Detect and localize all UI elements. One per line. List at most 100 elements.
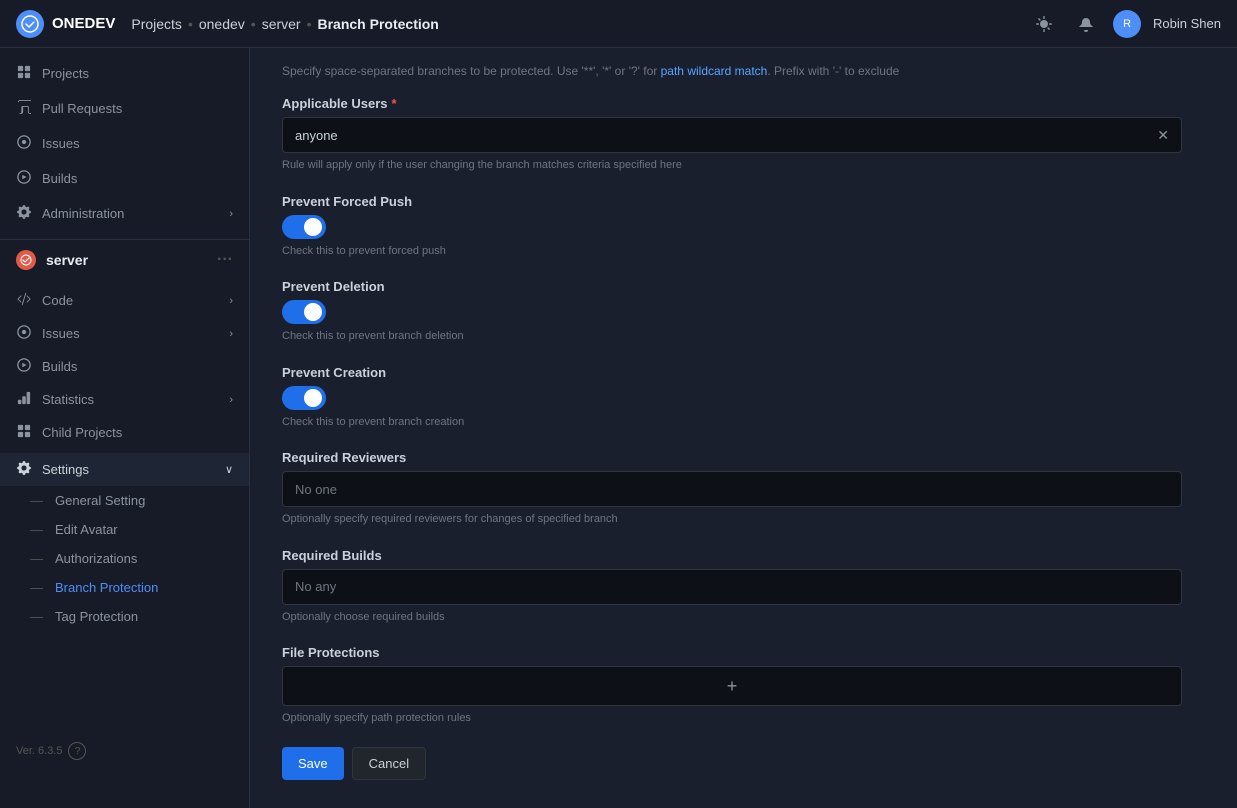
breadcrumb-projects[interactable]: Projects bbox=[131, 16, 182, 32]
child-projects-icon bbox=[16, 424, 32, 441]
statistics-chevron: › bbox=[229, 394, 233, 406]
sidebar: Projects Pull Requests Issues Builds bbox=[0, 48, 250, 808]
settings-edit-avatar-label: Edit Avatar bbox=[55, 522, 118, 537]
prevent-deletion-toggle bbox=[282, 300, 1182, 324]
user-avatar[interactable]: R bbox=[1113, 10, 1141, 38]
user-name[interactable]: Robin Shen bbox=[1153, 16, 1221, 31]
top-nav-actions: R Robin Shen bbox=[1029, 9, 1221, 39]
prevent-creation-hint: Check this to prevent branch creation bbox=[282, 414, 1182, 431]
clear-button[interactable]: ✕ bbox=[1157, 127, 1169, 144]
sidebar-item-statistics[interactable]: Statistics › bbox=[0, 383, 249, 416]
main-layout: Projects Pull Requests Issues Builds bbox=[0, 48, 1237, 808]
settings-subnav: — General Setting — Edit Avatar — Author… bbox=[0, 486, 249, 631]
sidebar-item-builds[interactable]: Builds bbox=[0, 161, 249, 196]
cancel-button[interactable]: Cancel bbox=[352, 747, 426, 780]
sidebar-item-child-projects[interactable]: Child Projects bbox=[0, 416, 249, 449]
settings-tag-protection-label: Tag Protection bbox=[55, 609, 138, 624]
breadcrumb: Projects • onedev • server • Branch Prot… bbox=[131, 16, 1029, 32]
sidebar-item-label: Code bbox=[42, 293, 73, 308]
top-hint-line: Specify space-separated branches to be p… bbox=[282, 62, 1182, 80]
file-protections-table: + bbox=[282, 666, 1182, 706]
file-protections-hint: Optionally specify path protection rules bbox=[282, 710, 1182, 727]
required-reviewers-hint: Optionally specify required reviewers fo… bbox=[282, 511, 1182, 528]
sidebar-item-code[interactable]: Code › bbox=[0, 284, 249, 317]
prevent-forced-push-switch[interactable] bbox=[282, 215, 326, 239]
prevent-deletion-switch[interactable] bbox=[282, 300, 326, 324]
sidebar-item-label: Administration bbox=[42, 206, 124, 221]
prevent-creation-switch[interactable] bbox=[282, 386, 326, 410]
theme-toggle-button[interactable] bbox=[1029, 9, 1059, 39]
settings-label: Settings bbox=[42, 462, 89, 477]
settings-branch-protection-label: Branch Protection bbox=[55, 580, 158, 595]
settings-general-label: General Setting bbox=[55, 493, 145, 508]
file-protections-label: File Protections bbox=[282, 645, 1182, 660]
save-button[interactable]: Save bbox=[282, 747, 344, 780]
applicable-users-hint: Rule will apply only if the user changin… bbox=[282, 157, 1182, 174]
builds-icon bbox=[16, 170, 32, 187]
prevent-deletion-label: Prevent Deletion bbox=[282, 279, 1182, 294]
issues-icon bbox=[16, 135, 32, 152]
content-area: Specify space-separated branches to be p… bbox=[250, 48, 1237, 808]
add-file-protection-button[interactable]: + bbox=[718, 672, 746, 700]
code-icon bbox=[16, 292, 32, 309]
sidebar-item-pull-requests[interactable]: Pull Requests bbox=[0, 91, 249, 126]
sidebar-item-label: Statistics bbox=[42, 392, 94, 407]
settings-general[interactable]: — General Setting bbox=[0, 486, 249, 515]
applicable-users-label: Applicable Users * bbox=[282, 96, 1182, 111]
version-text: Ver. 6.3.5 bbox=[16, 745, 62, 757]
pull-requests-icon bbox=[16, 100, 32, 117]
prevent-forced-push-hint: Check this to prevent forced push bbox=[282, 243, 1182, 260]
form-section: Specify space-separated branches to be p… bbox=[282, 62, 1182, 780]
required-star: * bbox=[392, 96, 397, 111]
settings-edit-avatar[interactable]: — Edit Avatar bbox=[0, 515, 249, 544]
sidebar-item-label: Issues bbox=[42, 326, 80, 341]
issues-chevron: › bbox=[229, 328, 233, 340]
settings-authorizations-label: Authorizations bbox=[55, 551, 137, 566]
help-button[interactable]: ? bbox=[68, 742, 86, 760]
app-name: ONEDEV bbox=[52, 15, 115, 32]
settings-branch-protection[interactable]: — Branch Protection bbox=[0, 573, 249, 602]
required-builds-input[interactable]: No any bbox=[282, 569, 1182, 605]
project-dot bbox=[16, 250, 36, 270]
administration-icon bbox=[16, 205, 32, 222]
project-name: server bbox=[46, 252, 88, 268]
code-chevron: › bbox=[229, 295, 233, 307]
sidebar-item-builds-project[interactable]: Builds bbox=[0, 350, 249, 383]
settings-tag-protection[interactable]: — Tag Protection bbox=[0, 602, 249, 631]
prevent-creation-group: Prevent Creation Check this to prevent b… bbox=[282, 365, 1182, 431]
statistics-icon bbox=[16, 391, 32, 408]
builds-project-icon bbox=[16, 358, 32, 375]
project-more-icon[interactable]: ··· bbox=[217, 251, 233, 269]
sidebar-item-issues-project[interactable]: Issues › bbox=[0, 317, 249, 350]
wildcard-link[interactable]: path wildcard match bbox=[661, 64, 768, 78]
prevent-forced-push-group: Prevent Forced Push Check this to preven… bbox=[282, 194, 1182, 260]
applicable-users-group: Applicable Users * anyone ✕ Rule will ap… bbox=[282, 96, 1182, 174]
sidebar-item-label: Child Projects bbox=[42, 425, 122, 440]
sidebar-item-settings[interactable]: Settings ∨ bbox=[0, 453, 249, 486]
settings-chevron: ∨ bbox=[225, 463, 233, 476]
project-nav: Code › Issues › Builds Statisti bbox=[0, 280, 249, 453]
settings-authorizations[interactable]: — Authorizations bbox=[0, 544, 249, 573]
breadcrumb-onedev[interactable]: onedev bbox=[199, 16, 245, 32]
prevent-creation-label: Prevent Creation bbox=[282, 365, 1182, 380]
notifications-button[interactable] bbox=[1071, 9, 1101, 39]
breadcrumb-server[interactable]: server bbox=[262, 16, 301, 32]
breadcrumb-sep-1: • bbox=[188, 16, 193, 32]
required-builds-group: Required Builds No any Optionally choose… bbox=[282, 548, 1182, 626]
sidebar-item-label: Pull Requests bbox=[42, 101, 122, 116]
project-header[interactable]: server ··· bbox=[0, 240, 249, 280]
prevent-deletion-hint: Check this to prevent branch deletion bbox=[282, 328, 1182, 345]
top-nav: ONEDEV Projects • onedev • server • Bran… bbox=[0, 0, 1237, 48]
prevent-creation-toggle bbox=[282, 386, 1182, 410]
required-reviewers-input[interactable]: No one bbox=[282, 471, 1182, 507]
applicable-users-input[interactable]: anyone ✕ bbox=[282, 117, 1182, 153]
required-builds-hint: Optionally choose required builds bbox=[282, 609, 1182, 626]
app-logo[interactable]: ONEDEV bbox=[16, 10, 115, 38]
sidebar-item-administration[interactable]: Administration › bbox=[0, 196, 249, 231]
sidebar-item-projects[interactable]: Projects bbox=[0, 56, 249, 91]
projects-icon bbox=[16, 65, 32, 82]
breadcrumb-current: Branch Protection bbox=[318, 16, 439, 32]
file-protections-group: File Protections + Optionally specify pa… bbox=[282, 645, 1182, 727]
sidebar-item-issues[interactable]: Issues bbox=[0, 126, 249, 161]
sidebar-item-label: Builds bbox=[42, 359, 77, 374]
